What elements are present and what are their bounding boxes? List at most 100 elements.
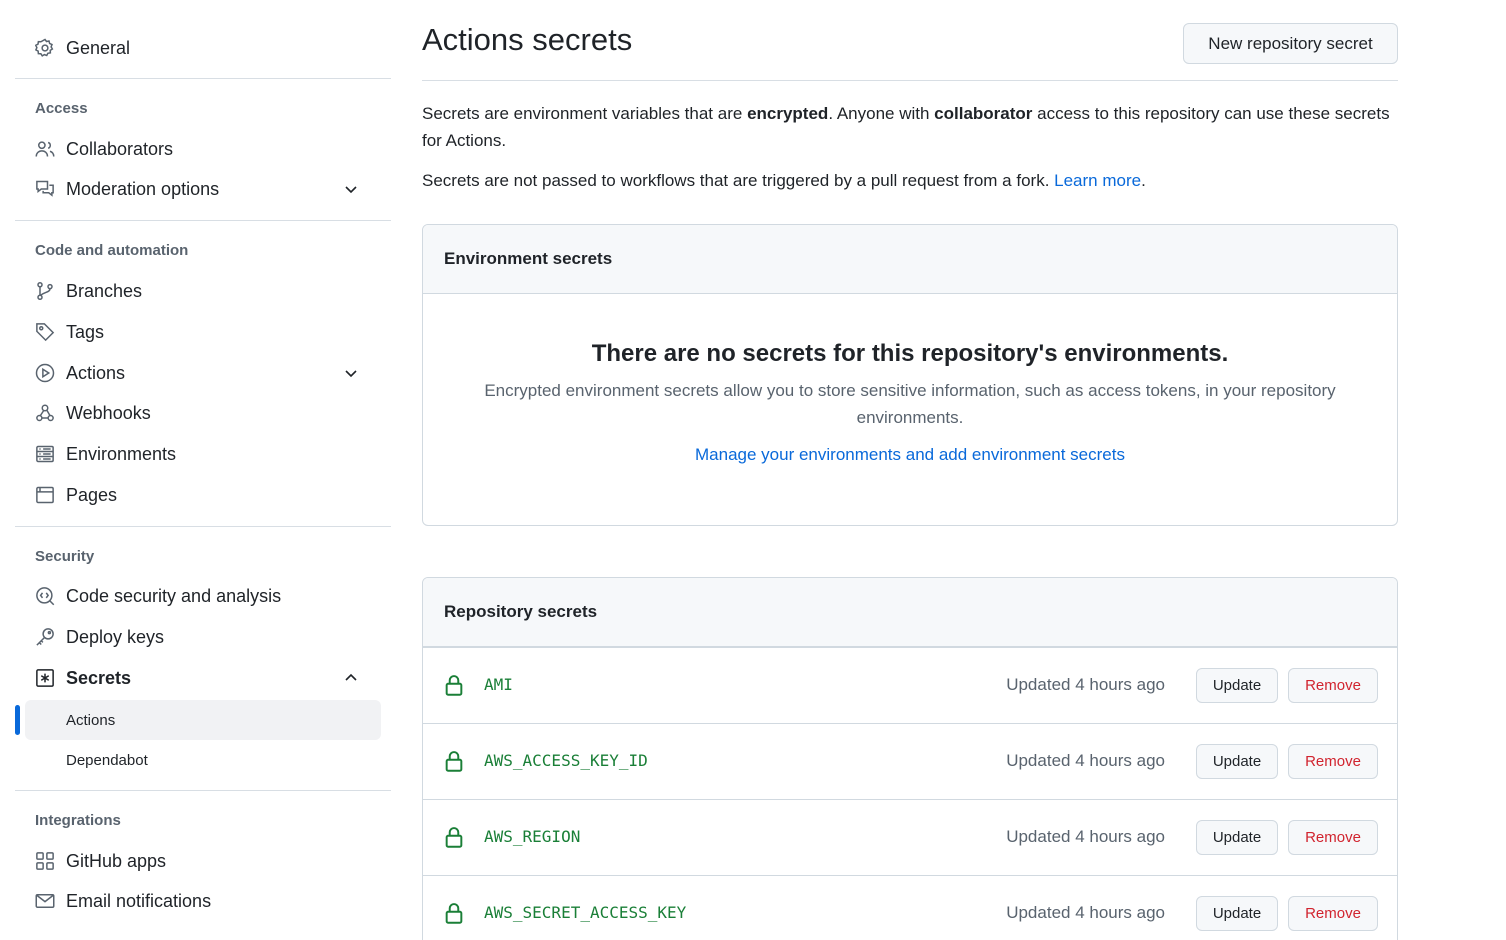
sidebar-subitem-dependabot[interactable]: Dependabot (25, 740, 381, 780)
update-secret-button[interactable]: Update (1196, 744, 1278, 779)
active-indicator (15, 705, 20, 735)
sidebar-divider (15, 526, 391, 527)
section-heading-access: Access (35, 100, 88, 117)
fork-note-text: Secrets are not passed to workflows that… (422, 171, 1055, 190)
sidebar-item-label: Secrets (66, 667, 132, 688)
secret-row: AWS_ACCESS_KEY_ID Updated 4 hours ago Up… (423, 723, 1397, 799)
repository-secrets-header: Repository secrets (423, 578, 1397, 647)
section-heading-code-automation: Code and automation (35, 242, 189, 259)
sidebar-item-label: Moderation options (66, 178, 220, 199)
repository-secrets-box: Repository secrets AMI Updated 4 hours a… (422, 577, 1398, 940)
key-icon (35, 627, 55, 647)
sidebar-subitem-actions[interactable]: Actions (25, 700, 381, 740)
secret-name: AWS_REGION (484, 827, 581, 846)
blank-state-title: There are no secrets for this repository… (591, 340, 1229, 367)
fork-note-text: . (1141, 171, 1146, 190)
remove-secret-button[interactable]: Remove (1288, 820, 1378, 855)
manage-environments-link[interactable]: Manage your environments and add environ… (695, 445, 1125, 464)
remove-secret-button[interactable]: Remove (1288, 668, 1378, 703)
sidebar-item-deploy-keys[interactable]: Deploy keys (15, 619, 381, 655)
sidebar-item-label: GitHub apps (66, 850, 167, 871)
chevron-down-icon[interactable] (343, 365, 359, 381)
browser-icon (35, 485, 55, 505)
section-heading-security: Security (35, 548, 95, 565)
secret-updated-time: Updated 4 hours ago (1006, 675, 1165, 694)
secret-updated-time: Updated 4 hours ago (1006, 827, 1165, 846)
mail-icon (35, 891, 55, 911)
sidebar-item-email-notifications[interactable]: Email notifications (15, 883, 381, 919)
sidebar-item-label: Tags (66, 321, 105, 342)
sidebar-item-environments[interactable]: Environments (15, 436, 381, 472)
sidebar-item-tags[interactable]: Tags (15, 314, 381, 350)
sidebar-item-label: General (66, 37, 131, 58)
sidebar-item-label: Webhooks (66, 402, 151, 423)
section-heading-integrations: Integrations (35, 812, 121, 829)
sidebar-item-github-apps[interactable]: GitHub apps (15, 843, 381, 879)
lock-icon (445, 827, 463, 848)
tag-icon (35, 322, 55, 342)
codescan-icon (35, 586, 55, 606)
secret-updated-time: Updated 4 hours ago (1006, 903, 1165, 922)
chevron-up-icon[interactable] (343, 670, 359, 686)
intro-emphasis: collaborator (934, 104, 1033, 123)
sidebar-item-label: Pages (66, 484, 118, 505)
play-icon (35, 363, 55, 383)
secret-row: AWS_SECRET_ACCESS_KEY Updated 4 hours ag… (423, 875, 1397, 940)
apps-icon (35, 851, 55, 871)
secret-row: AWS_REGION Updated 4 hours ago Update Re… (423, 799, 1397, 875)
sidebar-item-actions[interactable]: Actions (15, 355, 381, 391)
sidebar-item-label: Deploy keys (66, 626, 165, 647)
lock-icon (445, 903, 463, 924)
new-repository-secret-button[interactable]: New repository secret (1183, 23, 1398, 64)
git-branch-icon (35, 281, 55, 301)
sidebar-item-code-security[interactable]: Code security and analysis (15, 578, 381, 614)
update-secret-button[interactable]: Update (1196, 896, 1278, 931)
secret-updated-time: Updated 4 hours ago (1006, 751, 1165, 770)
remove-secret-button[interactable]: Remove (1288, 896, 1378, 931)
sidebar-item-label: Code security and analysis (66, 585, 282, 606)
sidebar-item-label: Email notifications (66, 890, 212, 911)
intro-emphasis: encrypted (747, 104, 829, 123)
key-asterisk-icon (35, 668, 55, 688)
update-secret-button[interactable]: Update (1196, 820, 1278, 855)
update-secret-button[interactable]: Update (1196, 668, 1278, 703)
lock-icon (445, 751, 463, 772)
secret-name: AWS_SECRET_ACCESS_KEY (484, 903, 687, 922)
webhook-icon (35, 403, 55, 423)
secret-name: AMI (484, 675, 513, 694)
intro-paragraph: Secrets are environment variables that a… (422, 100, 1398, 154)
sidebar-item-branches[interactable]: Branches (15, 273, 381, 309)
page-title: Actions secrets (422, 22, 633, 57)
learn-more-link[interactable]: Learn more (1054, 171, 1141, 190)
environment-secrets-box: Environment secrets There are no secrets… (422, 224, 1398, 526)
blank-state-link-wrap: Manage your environments and add environ… (423, 445, 1397, 465)
comment-discussion-icon (35, 179, 55, 199)
intro-text: Secrets are environment variables that a… (422, 104, 748, 123)
remove-secret-button[interactable]: Remove (1288, 744, 1378, 779)
secret-name: AWS_ACCESS_KEY_ID (484, 751, 648, 770)
sidebar-item-label: Branches (66, 280, 143, 301)
sidebar-divider (15, 78, 391, 79)
environment-secrets-header: Environment secrets (423, 225, 1397, 294)
secret-row: AMI Updated 4 hours ago Update Remove (423, 647, 1397, 723)
sidebar-divider (15, 790, 391, 791)
gear-icon (35, 38, 55, 58)
sidebar-item-label: Collaborators (66, 138, 174, 159)
sidebar-item-secrets[interactable]: Secrets (15, 660, 381, 696)
people-icon (35, 139, 55, 159)
sidebar-divider (15, 220, 391, 221)
blank-state-description: Encrypted environment secrets allow you … (484, 381, 1336, 427)
lock-icon (445, 675, 463, 696)
sidebar-item-general[interactable]: General (15, 30, 381, 66)
title-divider (422, 80, 1398, 81)
chevron-down-icon[interactable] (343, 181, 359, 197)
sidebar-item-moderation-options[interactable]: Moderation options (15, 171, 381, 207)
server-icon (35, 444, 55, 464)
fork-note-paragraph: Secrets are not passed to workflows that… (422, 167, 1398, 194)
sidebar-item-label: Environments (66, 443, 177, 464)
sidebar-item-collaborators[interactable]: Collaborators (15, 131, 381, 167)
sidebar-item-webhooks[interactable]: Webhooks (15, 395, 381, 431)
intro-text: . Anyone with (828, 104, 935, 123)
sidebar-item-pages[interactable]: Pages (15, 477, 381, 513)
sidebar-item-label: Actions (66, 362, 126, 383)
